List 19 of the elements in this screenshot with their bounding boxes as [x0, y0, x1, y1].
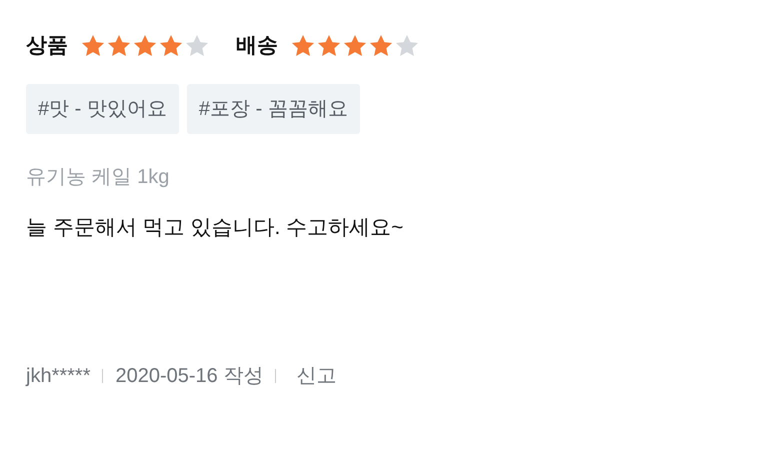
rating-label: 상품 — [26, 33, 68, 59]
star-icon — [132, 32, 158, 59]
star-icon — [394, 32, 420, 59]
star-icon — [184, 32, 210, 59]
product-name: 유기농 케일 1kg — [26, 164, 170, 190]
review-date: 2020-05-16 작성 — [115, 364, 264, 389]
author-name: jkh***** — [26, 364, 90, 389]
star-icon — [80, 32, 106, 59]
star-icon — [368, 32, 394, 59]
star-icon — [106, 32, 132, 59]
star-icon — [290, 32, 316, 59]
star-icon — [158, 32, 184, 59]
report-link[interactable]: 신고 — [296, 361, 336, 391]
tag: #포장 - 꼼꼼해요 — [186, 84, 360, 134]
star-icon — [316, 32, 342, 59]
star-icon — [342, 32, 368, 59]
tag: #맛 - 맛있어요 — [26, 84, 179, 134]
review-text: 늘 주문해서 먹고 있습니다. 수고하세요~ — [26, 214, 404, 240]
rating-label: 배송 — [236, 33, 278, 59]
